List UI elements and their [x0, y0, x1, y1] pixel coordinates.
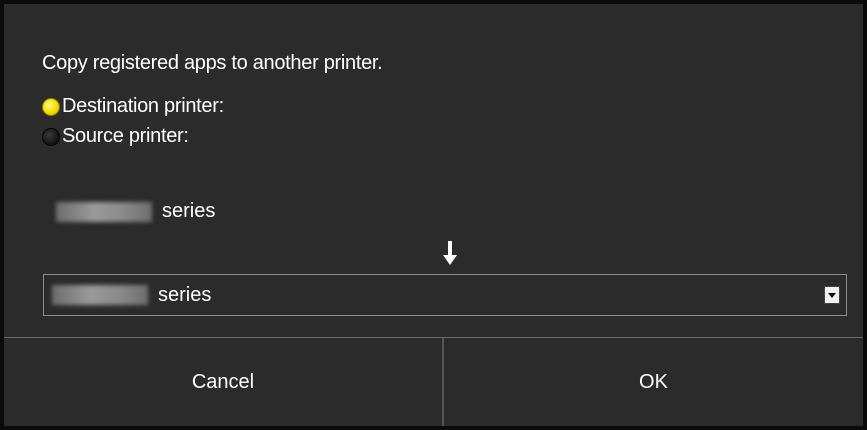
down-arrow-icon [443, 241, 457, 265]
source-printer-name: series [56, 200, 215, 223]
radio-unselected-icon[interactable] [42, 127, 60, 146]
radio-source-printer[interactable]: Source printer: [42, 125, 189, 148]
source-printer-suffix: series [162, 200, 216, 222]
ok-button[interactable]: OK [444, 338, 863, 426]
redacted-model-name [56, 201, 152, 222]
radio-destination-label: Destination printer: [62, 95, 224, 117]
dialog-content: Copy registered apps to another printer.… [4, 4, 863, 337]
radio-selected-icon[interactable] [42, 97, 60, 116]
redacted-model-name [52, 285, 148, 305]
copy-apps-dialog: Copy registered apps to another printer.… [0, 0, 867, 430]
radio-destination-printer[interactable]: Destination printer: [42, 95, 224, 118]
destination-printer-select[interactable]: series [43, 274, 847, 316]
radio-source-label: Source printer: [62, 125, 189, 147]
select-value-suffix: series [158, 283, 212, 306]
dropdown-arrow-icon[interactable] [824, 286, 840, 304]
dialog-message: Copy registered apps to another printer. [42, 52, 383, 74]
cancel-button[interactable]: Cancel [4, 338, 442, 426]
